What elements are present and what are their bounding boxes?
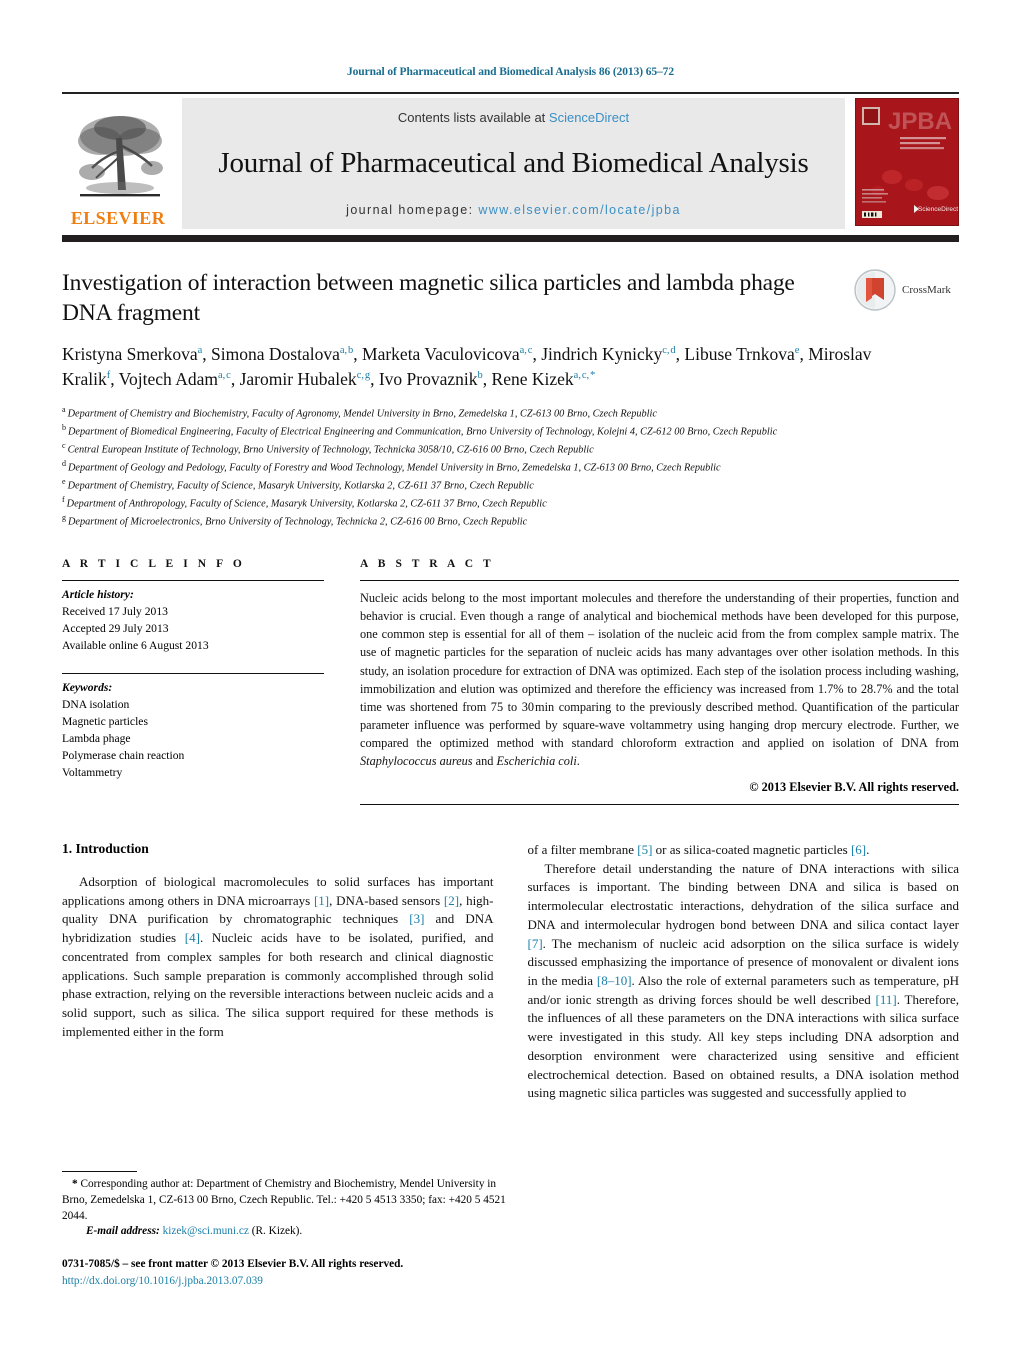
elsevier-wordmark: ELSEVIER [70,208,166,228]
journal-cover-art: JPBA ScienceDirect [856,99,958,225]
abstract-column: A B S T R A C T Nucleic acids belong to … [360,558,959,805]
journal-masthead: ELSEVIER Contents lists available at Sci… [62,92,959,229]
abstract-copyright: © 2013 Elsevier B.V. All rights reserved… [749,779,959,794]
email-note: E-mail address: kizek@sci.muni.cz (R. Ki… [62,1224,517,1240]
journal-homepage-link[interactable]: www.elsevier.com/locate/jpba [478,203,680,217]
email-link[interactable]: kizek@sci.muni.cz [163,1225,249,1237]
affiliation-item: b Department of Biomedical Engineering, F… [62,422,959,440]
homepage-prefix: journal homepage: [346,202,479,217]
intro-paragraph-right-2: Therefore detail understanding the natur… [527,860,960,1101]
section-heading-introduction: 1. Introduction [62,840,149,856]
email-label: E-mail address: [86,1225,160,1238]
keywords-label: Keywords: [62,680,113,694]
affiliation-text: Department of Chemistry and Biochemistry… [67,408,657,420]
affiliation-text: Department of Geology and Pedology, Facu… [68,462,721,474]
intro-paragraph-left: Adsorption of biological macromolecules … [62,873,494,1039]
article-page: Journal of Pharmaceutical and Biomedical… [0,0,1021,1351]
affiliation-text: Department of Chemistry, Faculty of Scie… [67,480,534,492]
affiliation-item: e Department of Chemistry, Faculty of Sci… [62,476,959,494]
corresponding-author-note: * Corresponding author at: Department of… [62,1178,506,1222]
affiliation-list: a Department of Chemistry and Biochemistr… [62,404,959,530]
author-list: Kristyna Smerkovaa, Simona Dostalovaa, b… [62,344,872,389]
affiliation-item: c Central European Institute of Technolog… [62,440,959,458]
article-info-heading: A R T I C L E I N F O [62,558,246,571]
affiliation-item: a Department of Chemistry and Biochemistr… [62,404,959,422]
crossmark-label: CrossMark [902,284,951,296]
keyword-item: Lambda phage [62,731,131,745]
title-block: Investigation of interaction between mag… [62,242,959,530]
contents-lists-line: Contents lists available at ScienceDirec… [398,110,629,125]
sciencedirect-link[interactable]: ScienceDirect [549,110,629,125]
affiliation-mark: f [62,495,65,505]
article-history-block: Article history: Received 17 July 2013 A… [62,581,324,655]
masthead-bottom-rule [62,235,959,242]
affiliation-text: Department of Anthropology, Faculty of S… [66,498,547,510]
email-owner: (R. Kizek). [251,1225,303,1238]
keyword-item: Voltammetry [62,765,123,779]
affiliation-mark: g [62,513,66,523]
affiliation-mark: d [62,459,66,469]
info-abstract-section: A R T I C L E I N F O Article history: R… [62,558,959,805]
body-columns: 1. Introduction Adsorption of biological… [62,841,959,1103]
abstract-text: Nucleic acids belong to the most importa… [360,591,959,768]
history-accepted: Accepted 29 July 2013 [62,622,169,636]
crossmark-badge[interactable]: CrossMark [853,264,957,316]
keywords-block: Keywords: DNA isolation Magnetic particl… [62,667,324,782]
journal-title: Journal of Pharmaceutical and Biomedical… [218,147,809,180]
affiliation-text: Department of Microelectronics, Brno Uni… [68,516,528,528]
history-available-online: Available online 6 August 2013 [62,639,209,653]
affiliation-mark: b [62,422,66,432]
affiliation-text: Department of Biomedical Engineering, Fa… [68,426,778,438]
running-head: Journal of Pharmaceutical and Biomedical… [346,66,674,78]
footnote-rule [62,1171,137,1172]
article-history-label: Article history: [62,588,134,602]
keywords-rule [62,672,324,674]
issn-line: 0731-7085/$ – see front matter © 2013 El… [62,1258,404,1271]
keyword-item: Polymerase chain reaction [62,748,185,762]
crossmark-icon [854,269,896,311]
page-title: Investigation of interaction between mag… [62,270,795,327]
keyword-item: Magnetic particles [62,714,148,728]
elsevier-tree-icon [78,116,163,197]
journal-homepage-line: journal homepage: www.elsevier.com/locat… [346,203,681,217]
affiliation-item: d Department of Geology and Pedology, Fac… [62,458,959,476]
journal-cover-thumbnail: JPBA ScienceDirect [855,98,959,226]
body-column-right: of a filter membrane [5] or as silica-co… [528,841,960,1103]
affiliation-mark: a [62,404,66,414]
affiliation-mark: c [62,440,66,450]
abstract-heading: A B S T R A C T [360,558,495,571]
history-received: Received 17 July 2013 [62,605,168,619]
journal-banner: Contents lists available at ScienceDirec… [182,98,845,229]
svg-text:ScienceDirect: ScienceDirect [918,206,958,213]
intro-paragraph-right-1: of a filter membrane [5] or as silica-co… [527,841,870,857]
affiliation-item: g Department of Microelectronics, Brno Un… [62,512,959,530]
keyword-item: DNA isolation [62,697,130,711]
abstract-bottom-rule [360,803,959,805]
article-info-column: A R T I C L E I N F O Article history: R… [62,558,324,805]
affiliation-text: Central European Institute of Technology… [67,444,594,456]
affiliation-mark: e [62,477,66,487]
issn-block: 0731-7085/$ – see front matter © 2013 El… [62,1256,517,1289]
contents-prefix: Contents lists available at [397,110,549,125]
body-column-left: 1. Introduction Adsorption of biological… [62,841,494,1103]
footnote-block: * Corresponding author at: Department of… [62,1171,517,1289]
elsevier-logo: ELSEVIER [62,98,174,229]
doi-link[interactable]: http://dx.doi.org/10.1016/j.jpba.2013.07… [62,1273,517,1289]
affiliation-item: f Department of Anthropology, Faculty of … [62,494,959,512]
svg-text:JPBA: JPBA [888,108,952,135]
